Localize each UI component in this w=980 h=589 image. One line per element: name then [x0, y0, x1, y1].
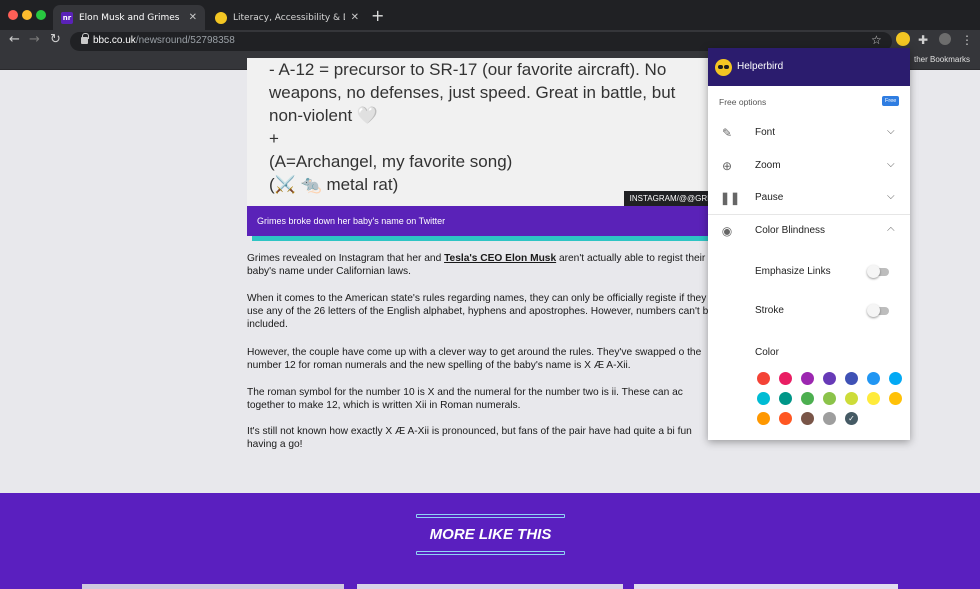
- related-story-thumbnail[interactable]: [82, 584, 344, 589]
- chevron-down-icon: ⌵: [887, 159, 895, 170]
- menu-item-pause[interactable]: ❚❚ Pause ⌵: [708, 182, 910, 214]
- article-paragraph-4: The roman symbol for the number 10 is X …: [247, 387, 683, 411]
- post-line: - A-12 = precursor to SR-17 (our favorit…: [269, 60, 667, 79]
- menu-kebab-icon[interactable]: ⋮: [961, 33, 973, 47]
- caption-accent-bar: [252, 236, 722, 241]
- newsround-favicon-icon: nr: [61, 11, 73, 24]
- menu-item-label: Pause: [755, 192, 784, 203]
- emphasize-links-toggle[interactable]: [867, 265, 889, 278]
- article-paragraph-2: When it comes to the American state's ru…: [247, 293, 714, 330]
- article-paragraph-1: Grimes revealed on Instagram that her an…: [247, 253, 706, 277]
- post-line: non-violent 🤍: [269, 106, 379, 125]
- post-line: +: [269, 129, 279, 148]
- image-caption: Grimes broke down her baby's name on Twi…: [247, 206, 722, 236]
- tab-title: Elon Musk and Grimes have ch: [79, 12, 183, 23]
- color-swatch[interactable]: [779, 392, 792, 405]
- chevron-up-icon: ⌵: [887, 224, 895, 235]
- chevron-down-icon: ⌵: [887, 191, 895, 202]
- helperbird-header: Helperbird: [708, 48, 910, 86]
- reload-icon[interactable]: ↻: [50, 32, 61, 47]
- extensions-puzzle-icon[interactable]: ✚: [918, 33, 928, 47]
- profile-avatar[interactable]: [939, 33, 951, 45]
- color-swatch[interactable]: [889, 372, 902, 385]
- color-swatch-selected[interactable]: ✓: [845, 412, 858, 425]
- tab-newsround[interactable]: nr Elon Musk and Grimes have ch ✕: [53, 5, 205, 30]
- bookmark-star-icon[interactable]: ☆: [871, 33, 882, 47]
- color-swatch[interactable]: [801, 412, 814, 425]
- close-tab-icon[interactable]: ✕: [351, 12, 359, 23]
- free-options-label: Free options: [719, 97, 767, 107]
- other-bookmarks[interactable]: ther Bookmarks: [914, 55, 970, 64]
- emphasize-links-label: Emphasize Links: [755, 266, 831, 277]
- zoom-icon: ⊕: [721, 159, 733, 173]
- color-swatch[interactable]: [845, 372, 858, 385]
- related-story-thumbnail[interactable]: [634, 584, 898, 589]
- lock-icon: [81, 33, 89, 44]
- color-swatch[interactable]: [867, 372, 880, 385]
- menu-item-zoom[interactable]: ⊕ Zoom ⌵: [708, 150, 910, 182]
- menu-item-label: Color Blindness: [755, 225, 826, 236]
- close-tab-icon[interactable]: ✕: [189, 12, 197, 23]
- free-badge: Free: [882, 96, 900, 106]
- color-swatch[interactable]: [823, 392, 836, 405]
- color-swatch[interactable]: [779, 372, 792, 385]
- close-window-button[interactable]: [8, 10, 18, 20]
- article-image: - A-12 = precursor to SR-17 (our favorit…: [247, 58, 722, 206]
- color-swatch[interactable]: [779, 412, 792, 425]
- chevron-down-icon: ⌵: [887, 126, 895, 137]
- color-swatch[interactable]: [757, 412, 770, 425]
- related-story-thumbnail[interactable]: [357, 584, 623, 589]
- back-icon[interactable]: ←: [9, 32, 20, 47]
- menu-item-font[interactable]: ✎ Font ⌵: [708, 117, 910, 149]
- heading-rule-top: [416, 514, 565, 518]
- color-swatch[interactable]: [845, 392, 858, 405]
- color-swatch[interactable]: [757, 392, 770, 405]
- menu-item-label: Font: [755, 127, 776, 138]
- new-tab-icon[interactable]: +: [371, 6, 384, 25]
- minimize-window-button[interactable]: [22, 10, 32, 20]
- color-swatch[interactable]: [801, 372, 814, 385]
- helperbird-extension-icon[interactable]: [896, 32, 910, 46]
- color-swatch[interactable]: [889, 392, 902, 405]
- pencil-icon: ✎: [721, 126, 733, 140]
- maximize-window-button[interactable]: [36, 10, 46, 20]
- heading-rule-bottom: [416, 551, 565, 555]
- helperbird-favicon-icon: [215, 11, 227, 24]
- tab-bar: nr Elon Musk and Grimes have ch ✕ Litera…: [0, 0, 980, 30]
- tab-title: Literacy, Accessibility & Dysle: [233, 12, 345, 23]
- color-swatch[interactable]: [757, 372, 770, 385]
- color-swatch[interactable]: [823, 412, 836, 425]
- eye-icon: ◉: [721, 224, 733, 238]
- stroke-label: Stroke: [755, 305, 784, 316]
- instagram-post-text: - A-12 = precursor to SR-17 (our favorit…: [269, 58, 719, 196]
- menu-item-color-blindness[interactable]: ◉ Color Blindness ⌵: [708, 215, 910, 247]
- color-label: Color: [755, 347, 779, 358]
- elon-musk-link[interactable]: Tesla's CEO Elon Musk: [444, 253, 556, 264]
- post-line: weapons, no defenses, just speed. Great …: [269, 83, 676, 102]
- color-swatch[interactable]: [801, 392, 814, 405]
- helperbird-logo-icon: [715, 59, 732, 76]
- tab-helperbird[interactable]: Literacy, Accessibility & Dysle ✕: [207, 5, 367, 30]
- color-swatch[interactable]: [867, 392, 880, 405]
- forward-icon[interactable]: →: [29, 32, 40, 47]
- menu-item-label: Zoom: [755, 160, 781, 171]
- stroke-toggle[interactable]: [867, 304, 889, 317]
- article-paragraph-3: However, the couple have come up with a …: [247, 347, 702, 371]
- helperbird-title: Helperbird: [737, 61, 784, 72]
- post-line: (A=Archangel, my favorite song): [269, 152, 513, 171]
- more-like-this-heading: MORE LIKE THIS: [429, 526, 552, 543]
- pause-icon: ❚❚: [720, 191, 741, 205]
- article-paragraph-5: It's still not known how exactly X Æ A-X…: [247, 426, 692, 450]
- helperbird-popup: Helperbird Free options Free ✎ Font ⌵ ⊕ …: [708, 48, 910, 440]
- color-swatch[interactable]: [823, 372, 836, 385]
- url-text: bbc.co.uk/newsround/52798358: [93, 35, 235, 46]
